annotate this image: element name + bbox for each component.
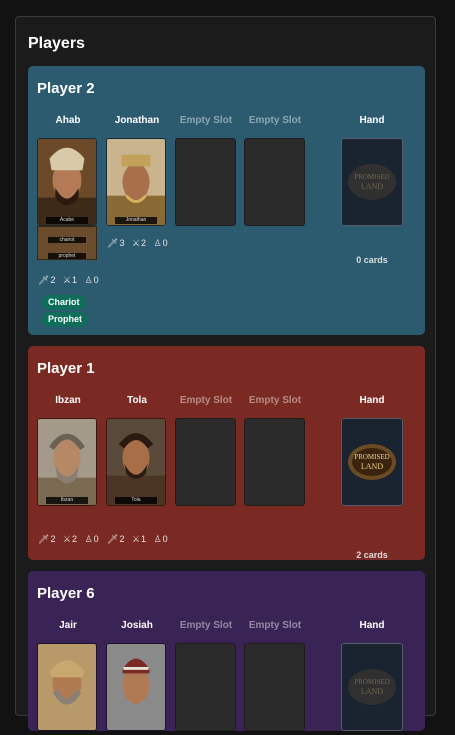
hand-label: Hand (359, 395, 385, 406)
promised-land-logo: PROMISED LAND (348, 444, 396, 480)
jonathan-portrait (107, 139, 165, 225)
hand-count: 2 cards (356, 550, 388, 560)
card-nameplate: Jonathan (115, 217, 157, 224)
character-card-ibzan[interactable]: Ibzan (37, 418, 97, 506)
josiah-portrait (107, 644, 165, 730)
slot-label: Ahab (55, 115, 81, 126)
slot-label: Josiah (121, 620, 153, 631)
character-card-jonathan[interactable]: Jonathan (106, 138, 166, 226)
status-badge-chariot: Chariot (42, 295, 86, 310)
hand-card-back[interactable]: PROMISED LAND (341, 138, 403, 226)
ahab-stats: 🗡2 ⚔1 ♙0 (38, 275, 99, 285)
crossed-swords-icon: ⚔ (62, 275, 72, 285)
ibzan-portrait (38, 419, 96, 505)
person-icon: ♙ (153, 238, 162, 248)
character-card-tola[interactable]: Tola (106, 418, 166, 506)
character-card-jair[interactable] (37, 643, 97, 731)
character-card-ahab[interactable]: Acabe (37, 138, 97, 226)
crossed-swords-icon: ⚔ (62, 534, 72, 544)
player-6-area: Player 6 Jair Josiah Empty Slot Empty Sl… (28, 571, 425, 731)
sword-icon: 🗡 (38, 275, 50, 285)
hand-count: 0 cards (356, 255, 388, 265)
card-nameplate: Ibzan (46, 497, 88, 504)
crossed-swords-icon: ⚔ (131, 534, 141, 544)
empty-slot[interactable] (244, 643, 305, 731)
person-icon: ♙ (153, 534, 162, 544)
slot-label: Empty Slot (179, 620, 233, 631)
player-2-area: Player 2 Ahab Jonathan Empty Slot Empty … (28, 66, 425, 335)
empty-slot[interactable] (175, 643, 236, 731)
svg-text:PROMISED: PROMISED (354, 678, 389, 686)
hand-card-back[interactable]: PROMISED LAND (341, 418, 403, 506)
sword-icon: 🗡 (107, 534, 119, 544)
crossed-swords-icon: ⚔ (131, 238, 141, 248)
tola-portrait (107, 419, 165, 505)
slot-label: Ibzan (55, 395, 81, 406)
slot-label: Empty Slot (248, 115, 302, 126)
sword-icon: 🗡 (38, 534, 50, 544)
player-1-area: Player 1 Ibzan Tola Empty Slot Empty Slo… (28, 346, 425, 560)
jonathan-stats: 🗡3 ⚔2 ♙0 (107, 238, 168, 248)
attachment-stack[interactable]: chariot prophet (37, 226, 97, 260)
promised-land-logo: PROMISED LAND (348, 164, 396, 200)
player-name: Player 1 (37, 360, 95, 377)
slot-label: Jonathan (114, 115, 160, 126)
player-name: Player 2 (37, 80, 95, 97)
ibzan-stats: 🗡2 ⚔2 ♙0 (38, 534, 99, 544)
svg-text:PROMISED: PROMISED (354, 453, 389, 461)
tola-stats: 🗡2 ⚔1 ♙0 (107, 534, 168, 544)
card-nameplate: Acabe (46, 217, 88, 224)
svg-text:PROMISED: PROMISED (354, 173, 389, 181)
empty-slot[interactable] (244, 138, 305, 226)
empty-slot[interactable] (175, 138, 236, 226)
section-title: Players (28, 35, 85, 52)
card-nameplate: Tola (115, 497, 157, 504)
person-icon: ♙ (84, 534, 93, 544)
attachment-label: chariot (48, 237, 86, 243)
sword-icon: 🗡 (107, 238, 119, 248)
hand-label: Hand (359, 620, 385, 631)
players-panel: Players Player 2 Ahab Jonathan Empty Slo… (15, 16, 436, 731)
empty-slot[interactable] (244, 418, 305, 506)
slot-label: Empty Slot (248, 620, 302, 631)
person-icon: ♙ (84, 275, 93, 285)
slot-label: Empty Slot (248, 395, 302, 406)
slot-label: Empty Slot (179, 115, 233, 126)
player-name: Player 6 (37, 585, 95, 602)
promised-land-logo: PROMISED LAND (348, 669, 396, 705)
svg-text:LAND: LAND (361, 462, 383, 471)
status-badge-prophet: Prophet (42, 312, 89, 327)
svg-text:LAND: LAND (361, 687, 383, 696)
slot-label: Jair (59, 620, 77, 631)
hand-label: Hand (359, 115, 385, 126)
hand-card-back[interactable]: PROMISED LAND (341, 643, 403, 731)
jair-portrait (38, 644, 96, 730)
svg-text:LAND: LAND (361, 182, 383, 191)
attachment-label: prophet (48, 253, 86, 259)
ahab-portrait (38, 139, 96, 225)
character-card-josiah[interactable] (106, 643, 166, 731)
slot-label: Empty Slot (179, 395, 233, 406)
slot-label: Tola (127, 395, 147, 406)
empty-slot[interactable] (175, 418, 236, 506)
